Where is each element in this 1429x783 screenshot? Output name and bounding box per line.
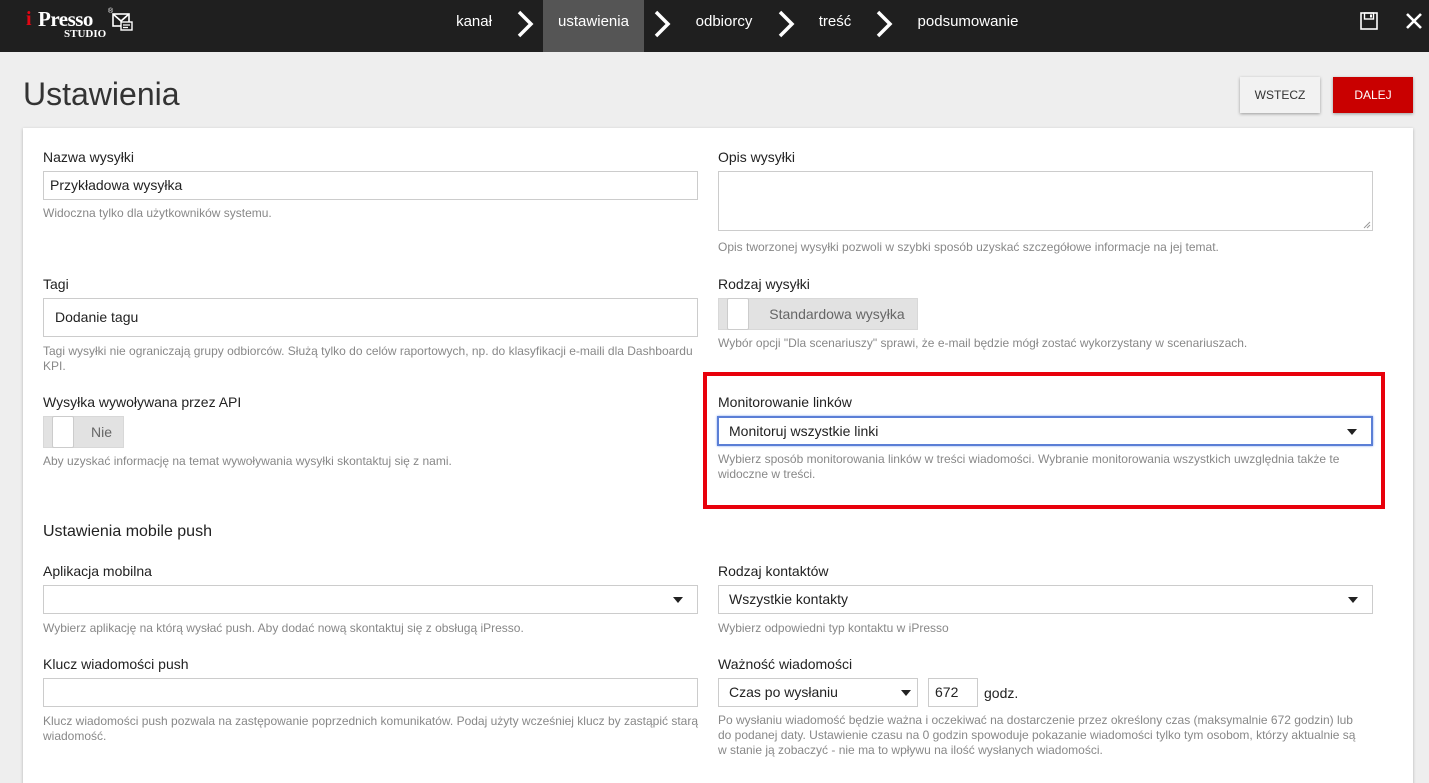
chevron-right-icon <box>517 10 534 38</box>
send-type-label: Rodzaj wysyłki <box>718 276 810 292</box>
logo-i: i <box>26 8 32 30</box>
push-key-input[interactable] <box>43 678 698 707</box>
api-help: Aby uzyskać informację na temat wywoływa… <box>43 454 452 468</box>
step-kanal[interactable]: kanał <box>446 0 502 52</box>
name-input[interactable]: Przykładowa wysyłka <box>43 171 698 200</box>
contact-type-select[interactable]: Wszystkie kontakty <box>718 585 1373 614</box>
back-button[interactable]: WSTECZ <box>1240 77 1320 113</box>
contact-type-value: Wszystkie kontakty <box>729 591 849 607</box>
name-help: Widoczna tylko dla użytkowników systemu. <box>43 206 272 220</box>
mobile-push-title: Ustawienia mobile push <box>43 523 212 540</box>
toggle-knob <box>727 298 749 330</box>
page-title: Ustawienia <box>23 76 180 112</box>
close-icon[interactable] <box>1403 10 1425 32</box>
chevron-right-icon <box>654 10 671 38</box>
top-bar: i Presso ® STUDIO kanał ustawienia odbio… <box>0 0 1429 52</box>
send-type-toggle[interactable]: Standardowa wysyłka <box>718 298 918 330</box>
mobile-app-label: Aplikacja mobilna <box>43 563 152 579</box>
step-odbiorcy[interactable]: odbiorcy <box>685 0 763 52</box>
validity-mode-value: Czas po wysłaniu <box>729 684 838 700</box>
save-icon[interactable] <box>1358 10 1380 32</box>
step-podsumowanie[interactable]: podsumowanie <box>906 0 1030 52</box>
api-label: Wysyłka wywoływana przez API <box>43 394 242 410</box>
validity-mode-select[interactable]: Czas po wysłaniu <box>718 678 918 707</box>
validity-hours-input[interactable]: 672 <box>928 678 978 707</box>
push-key-help: Klucz wiadomości push pozwala na zastępo… <box>43 714 699 743</box>
api-toggle-label: Nie <box>90 424 112 440</box>
step-ustawienia[interactable]: ustawienia <box>543 0 644 52</box>
chevron-down-icon <box>1348 597 1358 603</box>
description-textarea[interactable] <box>718 171 1373 231</box>
chevron-right-icon <box>778 10 795 38</box>
step-tresc[interactable]: treść <box>808 0 862 52</box>
tags-input[interactable]: Dodanie tagu <box>43 298 698 337</box>
next-button[interactable]: DALEJ <box>1333 77 1413 113</box>
push-key-label: Klucz wiadomości push <box>43 656 189 672</box>
chevron-down-icon <box>673 597 683 603</box>
send-type-toggle-label: Standardowa wysyłka <box>769 306 905 322</box>
api-toggle[interactable]: Nie <box>43 416 124 448</box>
mail-icon <box>112 13 133 31</box>
tags-help: Tagi wysyłki nie ograniczają grupy odbio… <box>43 344 693 373</box>
toggle-knob <box>52 416 74 448</box>
ipresso-studio-logo: i Presso ® STUDIO <box>26 6 138 42</box>
chevron-right-icon <box>876 10 893 38</box>
contact-type-help: Wybierz odpowiedni typ kontaktu w iPress… <box>718 621 949 635</box>
mobile-app-help: Wybierz aplikację na którą wysłać push. … <box>43 621 524 635</box>
highlight-box <box>703 372 1385 509</box>
mobile-app-select[interactable] <box>43 585 698 614</box>
validity-help: Po wysłaniu wiadomość będzie ważna i ocz… <box>718 713 1356 757</box>
contact-type-label: Rodzaj kontaktów <box>718 563 829 579</box>
description-help: Opis tworzonej wysyłki pozwoli w szybki … <box>718 240 1219 254</box>
name-label: Nazwa wysyłki <box>43 149 135 165</box>
send-type-help: Wybór opcji "Dla scenariuszy" sprawi, że… <box>718 336 1248 350</box>
tags-label: Tagi <box>43 276 69 292</box>
validity-label: Ważność wiadomości <box>718 656 853 672</box>
chevron-down-icon <box>901 690 911 696</box>
validity-unit: godz. <box>984 685 1019 701</box>
logo-studio: STUDIO <box>64 28 107 40</box>
description-label: Opis wysyłki <box>718 149 796 165</box>
resize-handle-icon[interactable] <box>1363 221 1371 229</box>
